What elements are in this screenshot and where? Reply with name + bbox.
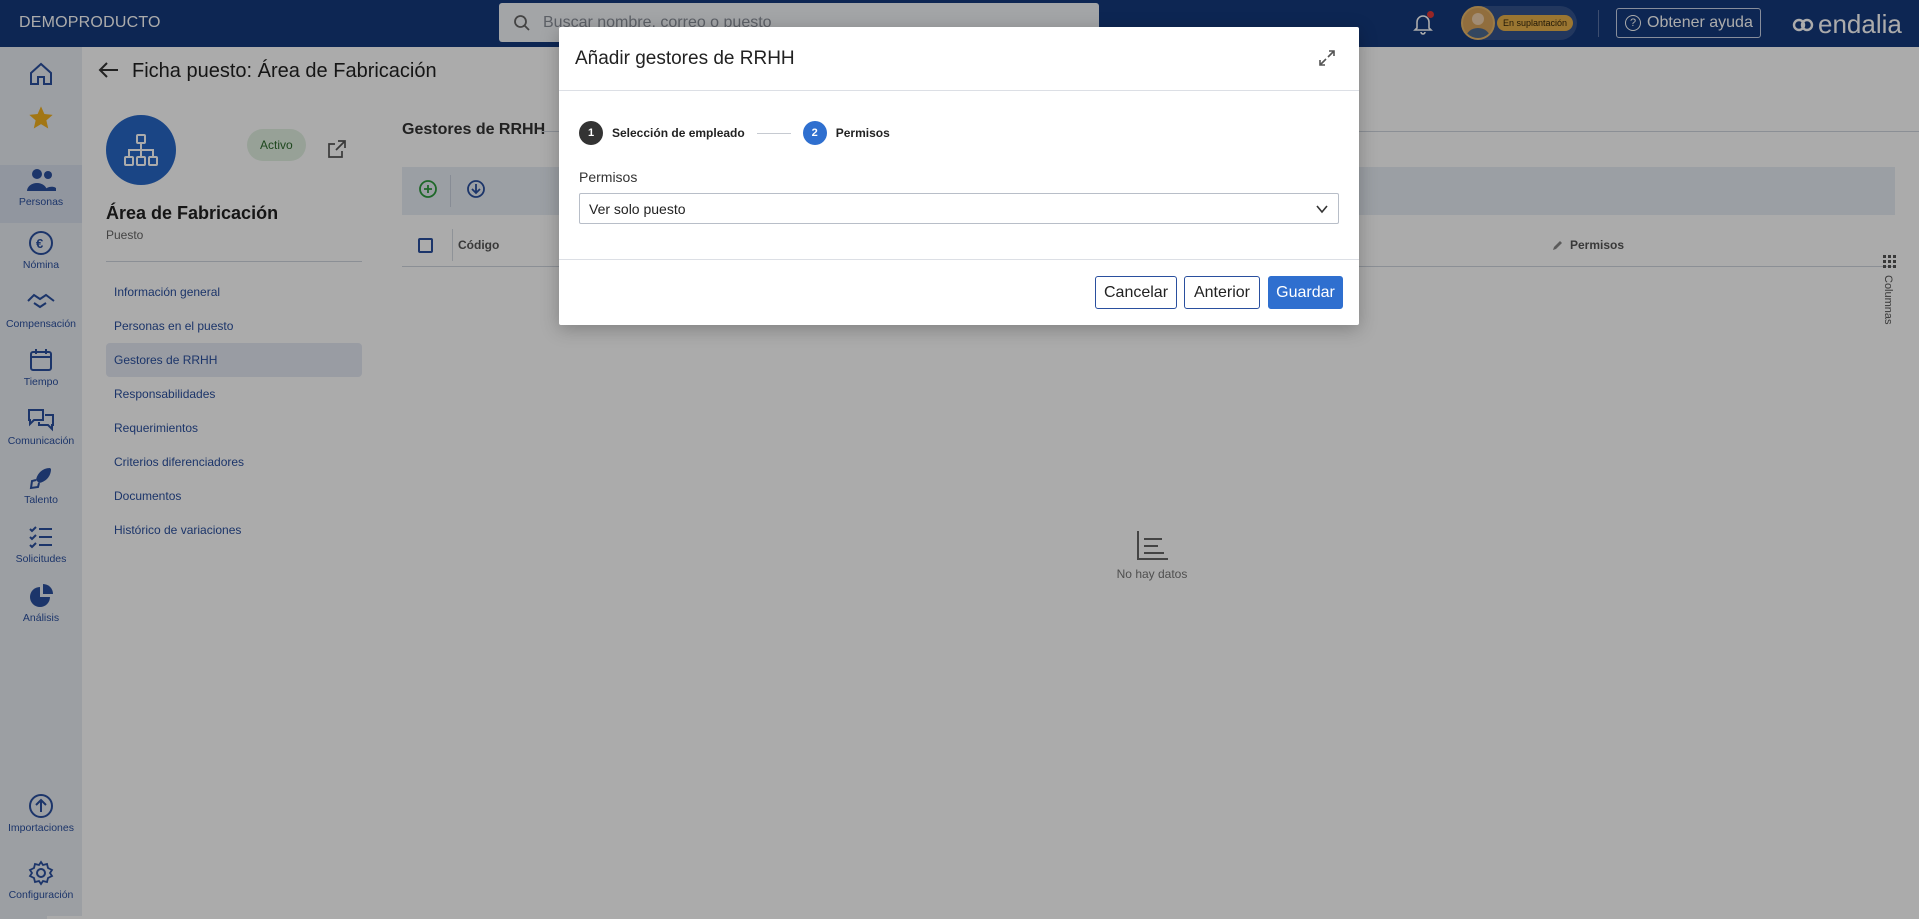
step-2-number: 2 [802,121,827,145]
save-button[interactable]: Guardar [1268,276,1343,309]
step-1-label[interactable]: Selección de empleado [612,126,745,140]
permissions-select[interactable]: Ver solo puesto [579,193,1339,224]
previous-button[interactable]: Anterior [1184,276,1260,309]
chevron-down-icon [1316,204,1328,213]
divider [559,90,1359,91]
step-2-label: Permisos [835,126,890,140]
divider [559,259,1359,260]
permissions-select-value: Ver solo puesto [589,200,686,217]
expand-icon[interactable] [1317,48,1337,68]
step-connector [756,132,791,134]
cancel-button[interactable]: Cancelar [1095,276,1177,309]
stepper: 1 Selección de empleado 2 Permisos [579,120,890,146]
dialog-title: Añadir gestores de RRHH [575,48,795,69]
permissions-field-label: Permisos [579,169,638,185]
step-1-number[interactable]: 1 [579,121,603,145]
add-hr-managers-dialog: Añadir gestores de RRHH 1 Selección de e… [559,27,1359,325]
